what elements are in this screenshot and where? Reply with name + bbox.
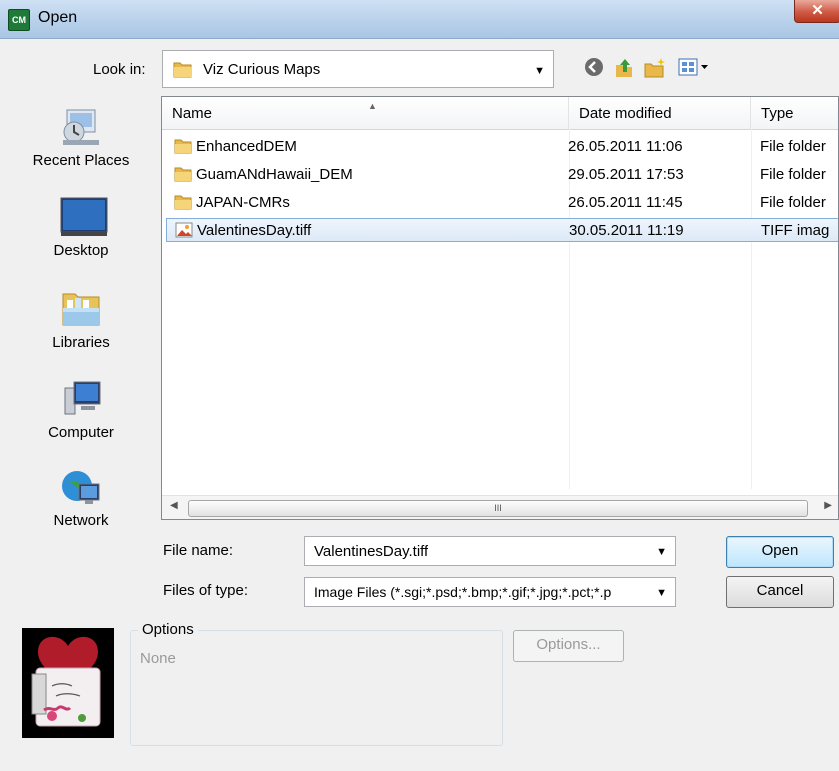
title-bar[interactable] [0, 0, 839, 39]
date-modified-cell: 26.05.2011 11:06 [568, 138, 683, 155]
date-modified-cell: 30.05.2011 11:19 [569, 222, 684, 239]
place-label: Computer [48, 424, 114, 441]
file-name-cell: GuamANdHawaii_DEM [196, 166, 353, 183]
files-of-type-value: Image Files (*.sgi;*.psd;*.bmp;*.gif;*.j… [314, 584, 612, 600]
date-modified-cell: 29.05.2011 17:53 [568, 166, 684, 183]
look-in-label: Look in: [93, 61, 146, 78]
window-title: Open [38, 9, 78, 26]
folder-icon [174, 166, 192, 186]
type-cell: File folder [760, 138, 826, 155]
place-desktop[interactable]: Desktop [20, 196, 142, 259]
open-button[interactable]: Open [726, 536, 834, 568]
view-menu-icon[interactable] [677, 57, 711, 79]
options-group-legend: Options [138, 621, 198, 638]
type-cell: File folder [760, 194, 826, 211]
chevron-down-icon[interactable]: ▼ [656, 546, 667, 558]
options-button[interactable]: Options... [513, 630, 624, 662]
table-row[interactable]: JAPAN-CMRs 26.05.2011 11:45 File folder [166, 191, 838, 215]
file-list[interactable]: Name ▲ Date modified Type EnhancedDEM 26… [161, 96, 839, 520]
type-cell: File folder [760, 166, 826, 183]
place-label: Network [53, 512, 109, 529]
place-label: Recent Places [32, 152, 130, 169]
back-icon[interactable] [583, 57, 605, 79]
folder-icon [173, 60, 193, 82]
cancel-button[interactable]: Cancel [726, 576, 834, 608]
close-button[interactable]: ✕ [794, 0, 839, 23]
file-name-value: ValentinesDay.tiff [314, 543, 429, 560]
chevron-down-icon[interactable]: ▼ [656, 587, 667, 599]
recent-places-icon [59, 106, 103, 148]
type-cell: TIFF imag [761, 222, 830, 239]
sort-ascending-icon: ▲ [368, 101, 377, 111]
horizontal-scrollbar[interactable]: ◀ III ▶ [162, 495, 838, 519]
column-header-name[interactable]: Name ▲ [162, 97, 569, 129]
folder-icon [174, 138, 192, 158]
folder-icon [174, 194, 192, 214]
options-group [130, 630, 503, 746]
place-libraries[interactable]: Libraries [20, 288, 142, 351]
look-in-value: Viz Curious Maps [203, 61, 321, 78]
file-list-header: Name ▲ Date modified Type [162, 97, 838, 130]
app-icon: CM [8, 9, 30, 31]
table-row-selected[interactable]: ValentinesDay.tiff 30.05.2011 11:19 TIFF… [166, 218, 838, 242]
file-name-cell: ValentinesDay.tiff [197, 222, 312, 239]
files-of-type-dropdown[interactable]: Image Files (*.sgi;*.psd;*.bmp;*.gif;*.j… [304, 577, 676, 607]
tiff-image-icon [175, 222, 193, 242]
scroll-left-icon[interactable]: ◀ [170, 500, 178, 511]
place-network[interactable]: Network [20, 466, 142, 529]
place-computer[interactable]: Computer [20, 378, 142, 441]
file-name-cell: EnhancedDEM [196, 138, 297, 155]
look-in-dropdown[interactable]: Viz Curious Maps ▼ [162, 50, 554, 88]
column-header-type[interactable]: Type [751, 97, 838, 129]
new-folder-icon[interactable] [643, 57, 665, 79]
scrollbar-thumb[interactable]: III [188, 500, 808, 517]
libraries-icon [59, 288, 103, 330]
place-recent-places[interactable]: Recent Places [20, 106, 142, 169]
file-name-label: File name: [163, 542, 234, 559]
network-icon [59, 466, 103, 508]
table-row[interactable]: GuamANdHawaii_DEM 29.05.2011 17:53 File … [166, 163, 838, 187]
place-label: Desktop [53, 242, 109, 259]
valentines-preview-image [22, 628, 114, 738]
table-row[interactable]: EnhancedDEM 26.05.2011 11:06 File folder [166, 135, 838, 159]
place-label: Libraries [52, 334, 110, 351]
scroll-right-icon[interactable]: ▶ [824, 500, 832, 511]
column-header-date-modified[interactable]: Date modified [569, 97, 751, 129]
chevron-down-icon: ▼ [534, 65, 545, 77]
image-preview [22, 628, 114, 738]
files-of-type-label: Files of type: [163, 582, 249, 599]
file-name-input[interactable]: ValentinesDay.tiff ▼ [304, 536, 676, 566]
desktop-icon [59, 196, 108, 238]
computer-icon [59, 378, 103, 420]
date-modified-cell: 26.05.2011 11:45 [568, 194, 683, 211]
options-value: None [140, 650, 176, 667]
file-name-cell: JAPAN-CMRs [196, 194, 290, 211]
up-folder-icon[interactable] [613, 57, 635, 79]
